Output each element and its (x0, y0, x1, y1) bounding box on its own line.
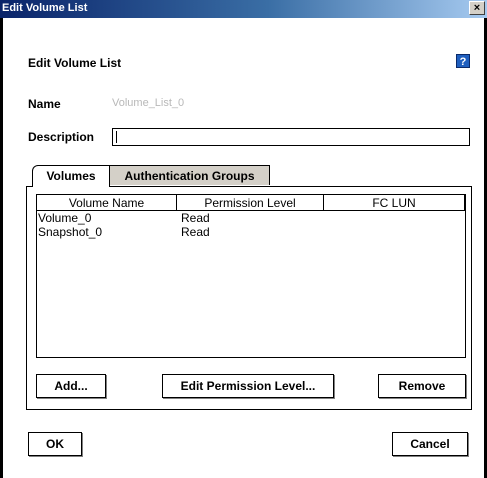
text-caret (116, 131, 117, 143)
remove-button[interactable]: Remove (378, 374, 466, 398)
window-frame-left (0, 18, 3, 478)
column-header-volume-name[interactable]: Volume Name (37, 195, 177, 211)
volume-table[interactable]: Volume Name Permission Level FC LUN Volu… (36, 194, 466, 358)
add-button[interactable]: Add... (36, 374, 106, 398)
edit-volume-list-dialog: Edit Volume List × Edit Volume List ? Na… (0, 0, 487, 478)
column-header-permission-level[interactable]: Permission Level (177, 195, 324, 211)
tab-authentication-groups[interactable]: Authentication Groups (110, 165, 270, 185)
description-label: Description (28, 130, 95, 144)
close-button[interactable]: × (469, 1, 485, 15)
dialog-heading: Edit Volume List (28, 56, 122, 70)
table-header: Volume Name Permission Level FC LUN (37, 195, 465, 211)
permission-level-cell: Read (181, 211, 210, 225)
name-field: Volume_List_0 (112, 97, 185, 109)
permission-level-cell: Read (181, 225, 210, 239)
window-title: Edit Volume List (2, 2, 88, 14)
close-icon: × (473, 2, 481, 14)
ok-button[interactable]: OK (28, 432, 82, 456)
volume-name-cell: Volume_0 (38, 211, 92, 225)
help-icon[interactable]: ? (456, 54, 470, 68)
name-label: Name (28, 97, 61, 111)
column-header-fc-lun[interactable]: FC LUN (324, 195, 465, 211)
tab-volumes[interactable]: Volumes (32, 165, 110, 187)
volume-name-cell: Snapshot_0 (38, 225, 103, 239)
cancel-button[interactable]: Cancel (392, 432, 468, 456)
edit-permission-level-button[interactable]: Edit Permission Level... (162, 374, 334, 398)
title-bar[interactable]: Edit Volume List × (0, 0, 487, 18)
description-field[interactable] (112, 128, 470, 146)
